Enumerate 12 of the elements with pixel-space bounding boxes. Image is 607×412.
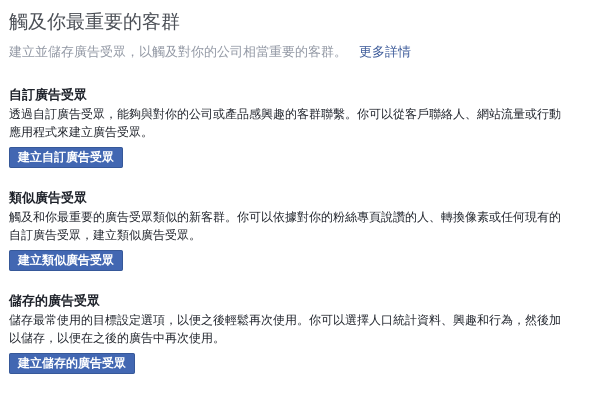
page-title: 觸及你最重要的客群 (9, 10, 181, 34)
section-description: 透過自訂廣告受眾，能夠與對你的公司或產品感興趣的客群聯繫。你可以從客戶聯絡人、網站流量或行動應用程式來建立廣告受眾。 (9, 106, 562, 140)
section-heading: 類似廣告受眾 (9, 190, 88, 208)
section-heading: 自訂廣告受眾 (9, 86, 88, 104)
learn-more-link[interactable]: 更多詳情 (359, 43, 411, 62)
section-description: 觸及和你最重要的廣告受眾類似的新客群。你可以依據對你的粉絲專頁說讚的人、轉換像素或任何現有的自訂廣告受眾，建立類似廣告受眾。 (9, 208, 562, 244)
page-subtitle: 建立並儲存廣告受眾，以觸及對你的公司相當重要的客群。 (9, 44, 347, 62)
section-heading: 儲存的廣告受眾 (9, 292, 101, 310)
create-audience-button[interactable]: 建立自訂廣告受眾 (9, 146, 123, 168)
create-audience-button[interactable]: 建立儲存的廣告受眾 (9, 352, 135, 374)
section-description: 儲存最常使用的目標設定選項，以便之後輕鬆再次使用。你可以選擇人口統計資料、興趣和行為，然後加以儲存，以便在之後的廣告中再次使用。 (9, 312, 562, 346)
create-audience-button[interactable]: 建立類似廣告受眾 (9, 250, 123, 270)
